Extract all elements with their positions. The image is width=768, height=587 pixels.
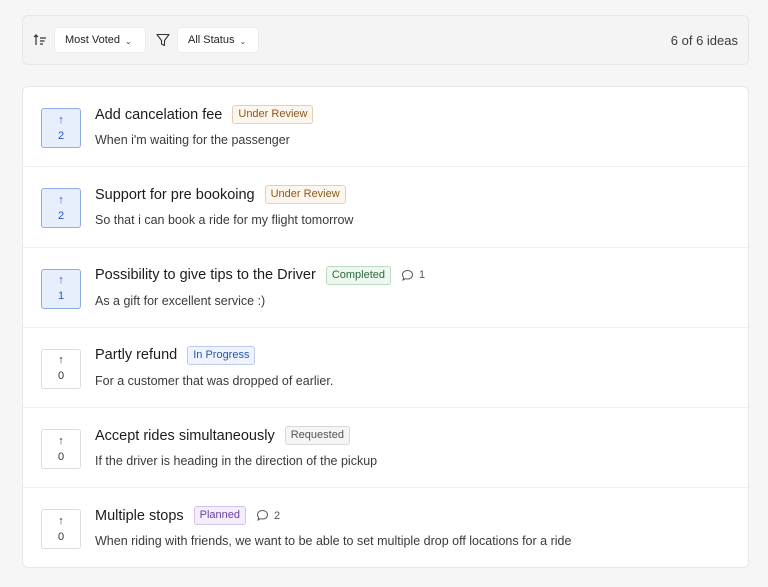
comment-count: 2: [274, 509, 281, 522]
upvote-button[interactable]: ↑ 2: [41, 108, 81, 148]
idea-row: ↑ 2 Support for pre bookoing Under Review So…: [23, 167, 748, 248]
chevron-down-icon: ⌄: [239, 36, 247, 46]
idea-title[interactable]: Accept rides simultaneously: [95, 428, 275, 444]
idea-description: When i'm waiting for the passenger: [95, 133, 290, 147]
status-badge: Requested: [284, 426, 350, 446]
sort-dropdown-label: Most Voted: [65, 34, 121, 46]
idea-row: ↑ 0 Partly refund In Progress For a customer…: [23, 328, 748, 409]
status-dropdown[interactable]: All Status ⌄: [177, 27, 259, 53]
ideas-count: 6 of 6 ideas: [670, 33, 738, 48]
upvote-button[interactable]: ↑ 2: [41, 188, 81, 229]
arrow-up-icon: ↑: [58, 354, 64, 367]
idea-title[interactable]: Add cancelation fee: [95, 107, 222, 123]
idea-row: ↑ 1 Possibility to give tips to the Driver…: [23, 248, 748, 328]
vote-count: 0: [57, 530, 65, 543]
vote-count: 2: [57, 129, 65, 142]
idea-description: As a gift for excellent service :): [95, 293, 266, 308]
idea-description: If the driver is heading in the directio…: [95, 454, 378, 469]
vote-count: 2: [57, 209, 65, 222]
idea-header: Accept rides simultaneously Requested: [95, 426, 350, 446]
comment-count: 1: [419, 269, 426, 282]
filter-icon[interactable]: [155, 32, 171, 48]
status-badge: Completed: [325, 265, 392, 285]
ideas-list: ↑ 2 Add cancelation fee Under Review When i'…: [22, 86, 749, 568]
status-badge: Under Review: [232, 105, 314, 124]
status-badge: Under Review: [264, 185, 346, 205]
status-badge: Planned: [193, 506, 247, 526]
idea-header: Multiple stops Planned 2: [95, 506, 280, 526]
idea-row: ↑ 0 Multiple stops Planned 2 When riding with…: [23, 488, 748, 567]
upvote-button[interactable]: ↑ 1: [41, 268, 81, 309]
comment-icon: [402, 269, 414, 281]
idea-header: Support for pre bookoing Under Review: [95, 185, 346, 205]
filter-toolbar: Most Voted ⌄ All Status ⌄ 6 of 6 ideas: [22, 15, 749, 65]
idea-description: For a customer that was dropped of earli…: [95, 373, 334, 388]
upvote-button[interactable]: ↑ 0: [41, 429, 81, 470]
idea-header: Possibility to give tips to the Driver Co…: [95, 265, 425, 285]
idea-title[interactable]: Partly refund: [95, 347, 177, 363]
comment-icon: [257, 510, 269, 522]
sort-dropdown[interactable]: Most Voted ⌄: [54, 27, 146, 53]
idea-row: ↑ 2 Add cancelation fee Under Review When i'…: [23, 87, 748, 168]
idea-title[interactable]: Support for pre bookoing: [95, 187, 255, 203]
vote-count: 0: [57, 370, 65, 383]
idea-description: So that i can book a ride for my flight …: [95, 213, 354, 228]
idea-header: Partly refund In Progress: [95, 345, 256, 365]
idea-header: Add cancelation fee Under Review: [95, 105, 314, 124]
idea-description: When riding with friends, we want to be …: [95, 534, 572, 549]
vote-count: 0: [57, 450, 65, 463]
upvote-button[interactable]: ↑ 0: [41, 509, 81, 550]
idea-title[interactable]: Multiple stops: [95, 508, 184, 524]
sort-icon[interactable]: [33, 33, 47, 47]
chevron-down-icon: ⌄: [125, 36, 132, 46]
status-badge: In Progress: [187, 345, 256, 365]
vote-count: 1: [57, 290, 65, 303]
idea-row: ↑ 0 Accept rides simultaneously Requested If…: [23, 408, 748, 489]
idea-title[interactable]: Possibility to give tips to the Driver: [95, 267, 316, 283]
arrow-up-icon: ↑: [58, 193, 64, 206]
arrow-up-icon: ↑: [58, 274, 64, 287]
arrow-up-icon: ↑: [58, 514, 64, 527]
status-dropdown-label: All Status: [188, 34, 235, 46]
upvote-button[interactable]: ↑ 0: [41, 348, 81, 389]
comments-link[interactable]: 1: [401, 269, 425, 282]
comments-link[interactable]: 2: [256, 509, 280, 522]
arrow-up-icon: ↑: [58, 113, 64, 126]
arrow-up-icon: ↑: [58, 434, 64, 447]
